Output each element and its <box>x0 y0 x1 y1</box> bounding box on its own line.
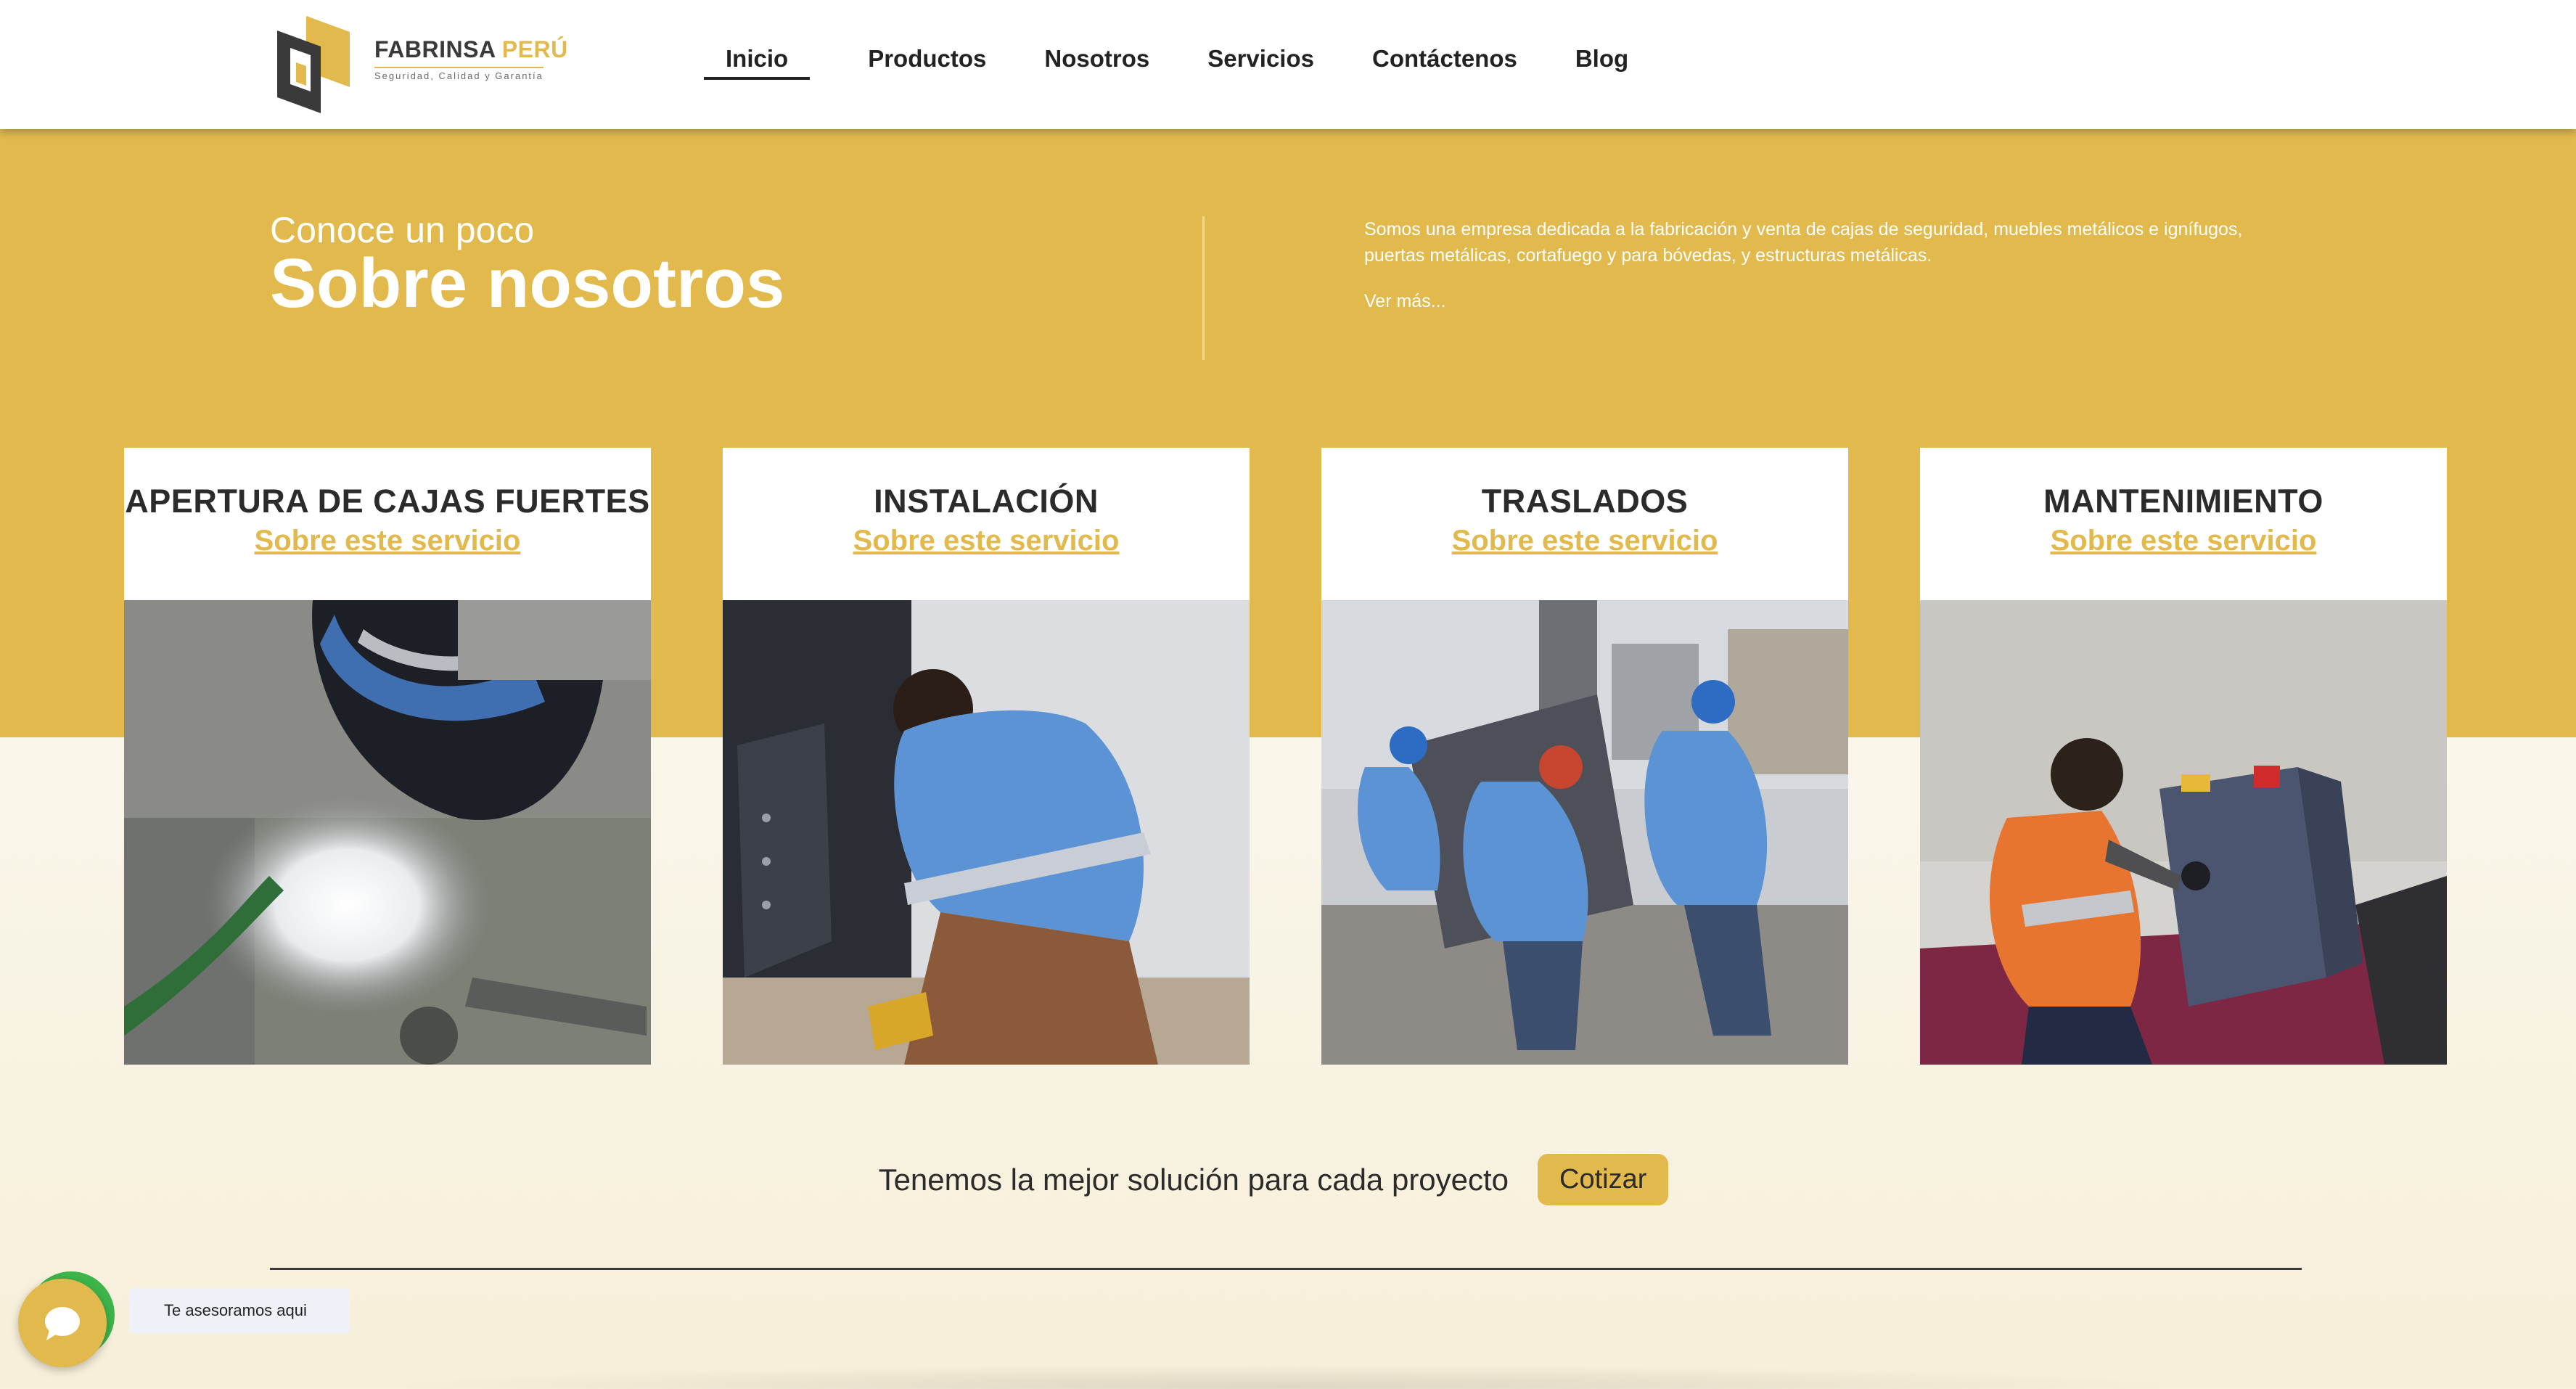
chat-tooltip: Te asesoramos aqui <box>129 1288 350 1333</box>
nav-blog[interactable]: Blog <box>1575 45 1628 73</box>
service-link[interactable]: Sobre este servicio <box>853 525 1120 557</box>
service-title: INSTALACIÓN <box>874 483 1099 520</box>
about-text: Somos una empresa dedicada a la fabricac… <box>1364 216 2249 312</box>
about-more-link[interactable]: Ver más... <box>1364 291 1446 312</box>
service-link[interactable]: Sobre este servicio <box>1452 525 1718 557</box>
nav-nosotros[interactable]: Nosotros <box>1044 45 1149 73</box>
section-divider <box>270 1268 2302 1270</box>
chat-bubble-icon <box>45 1307 80 1340</box>
service-title: APERTURA DE CAJAS FUERTES <box>125 483 650 520</box>
service-link[interactable]: Sobre este servicio <box>2051 525 2317 557</box>
site-header: FABRINSA PERÚ Seguridad, Calidad y Garan… <box>0 0 2576 129</box>
service-photo-welding <box>124 600 651 1065</box>
cta-section: Tenemos la mejor solución para cada proy… <box>0 1154 2576 1205</box>
about-title: Sobre nosotros <box>270 245 785 322</box>
cotizar-button[interactable]: Cotizar <box>1538 1154 1669 1205</box>
service-card-instalacion: INSTALACIÓN Sobre este servicio <box>723 448 1250 1065</box>
main-nav: Inicio Productos Nosotros Servicios Cont… <box>703 45 1686 80</box>
service-card-apertura: APERTURA DE CAJAS FUERTES Sobre este ser… <box>124 448 651 1065</box>
about-description: Somos una empresa dedicada a la fabricac… <box>1364 219 2243 266</box>
next-section-shadow <box>377 1364 2191 1389</box>
service-photo-installation <box>723 600 1250 1065</box>
service-title: MANTENIMIENTO <box>2043 483 2323 520</box>
service-photo-moving <box>1321 600 1848 1065</box>
brand-name: FABRINSA PERÚ <box>374 36 568 62</box>
nav-contactenos[interactable]: Contáctenos <box>1372 45 1517 73</box>
cta-text: Tenemos la mejor solución para cada proy… <box>878 1162 1509 1197</box>
about-heading: Conoce un poco Sobre nosotros <box>270 210 784 319</box>
nav-productos[interactable]: Productos <box>868 45 986 73</box>
chat-button[interactable] <box>18 1279 107 1367</box>
vertical-divider <box>1202 216 1205 360</box>
nav-servicios[interactable]: Servicios <box>1207 45 1314 73</box>
service-photo-maintenance <box>1920 600 2447 1065</box>
service-card-mantenimiento: MANTENIMIENTO Sobre este servicio <box>1920 448 2447 1065</box>
nav-inicio[interactable]: Inicio <box>703 45 811 80</box>
service-card-traslados: TRASLADOS Sobre este servicio <box>1321 448 1848 1065</box>
cube-logo-icon <box>277 16 350 113</box>
brand-tagline: Seguridad, Calidad y Garantía <box>374 67 543 81</box>
service-title: TRASLADOS <box>1481 483 1689 520</box>
brand-logo[interactable]: FABRINSA PERÚ Seguridad, Calidad y Garan… <box>270 16 568 113</box>
service-link[interactable]: Sobre este servicio <box>255 525 521 557</box>
